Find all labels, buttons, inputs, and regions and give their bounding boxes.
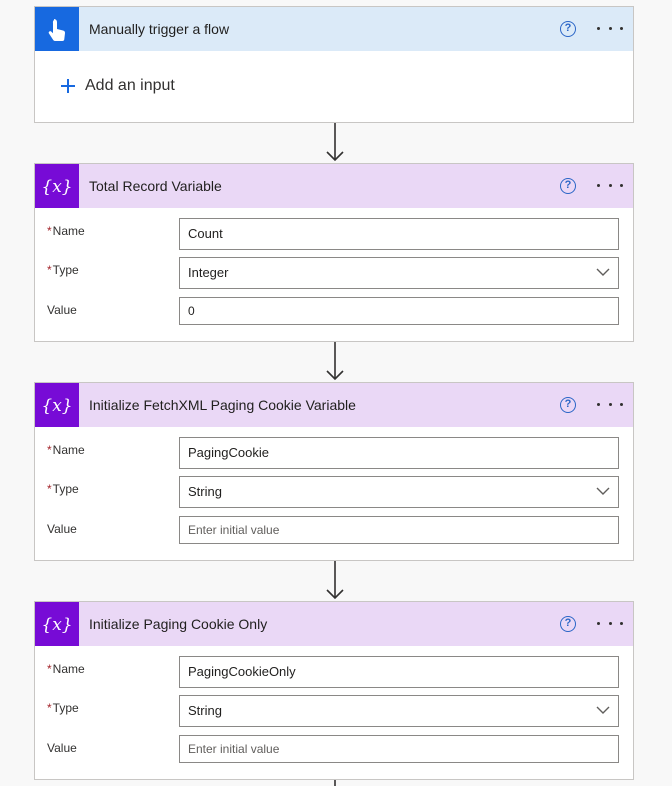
arrow-down-icon bbox=[326, 561, 344, 600]
variable-card-header[interactable]: {x} Total Record Variable ? bbox=[35, 164, 633, 208]
card-title: Total Record Variable bbox=[89, 178, 222, 194]
name-field[interactable]: Count bbox=[179, 218, 619, 250]
card-title: Initialize FetchXML Paging Cookie Variab… bbox=[89, 397, 356, 413]
required-marker: * bbox=[47, 443, 52, 457]
plus-icon bbox=[61, 79, 75, 93]
svg-text:{x}: {x} bbox=[41, 396, 72, 416]
type-value: Integer bbox=[188, 265, 229, 280]
required-marker: * bbox=[47, 263, 52, 277]
question-circle-icon[interactable]: ? bbox=[560, 21, 576, 37]
arrow-down-icon bbox=[326, 342, 344, 381]
type-label: *Type bbox=[47, 482, 79, 496]
value-row: Value Enter initial value bbox=[35, 516, 633, 548]
type-dropdown[interactable]: Integer bbox=[179, 257, 619, 289]
required-marker: * bbox=[47, 662, 52, 676]
arrow-down-icon bbox=[326, 123, 344, 162]
type-dropdown[interactable]: String bbox=[179, 476, 619, 508]
value-field[interactable]: Enter initial value bbox=[179, 735, 619, 763]
question-circle-icon[interactable]: ? bbox=[560, 616, 576, 632]
name-row: *Name PagingCookieOnly bbox=[35, 656, 633, 688]
ellipsis-icon[interactable] bbox=[597, 184, 623, 188]
value-field[interactable]: 0 bbox=[179, 297, 619, 325]
value-field[interactable]: Enter initial value bbox=[179, 516, 619, 544]
name-field[interactable]: PagingCookie bbox=[179, 437, 619, 469]
touch-hand-icon bbox=[35, 7, 79, 51]
value-label: Value bbox=[47, 741, 77, 755]
card-title: Initialize Paging Cookie Only bbox=[89, 616, 268, 632]
add-input-button[interactable]: Add an input bbox=[61, 77, 175, 95]
name-label: *Name bbox=[47, 224, 85, 238]
type-row: *Type String bbox=[35, 476, 633, 508]
question-circle-icon[interactable]: ? bbox=[560, 178, 576, 194]
variable-braces-icon: {x} bbox=[35, 383, 79, 427]
trigger-card[interactable]: Manually trigger a flow ? Add an input bbox=[34, 6, 634, 123]
add-input-label: Add an input bbox=[85, 77, 175, 94]
variable-card-paging-cookie-only[interactable]: {x} Initialize Paging Cookie Only ? *Nam… bbox=[34, 601, 634, 780]
required-marker: * bbox=[47, 701, 52, 715]
ellipsis-icon[interactable] bbox=[597, 622, 623, 626]
type-label: *Type bbox=[47, 701, 79, 715]
name-row: *Name Count bbox=[35, 218, 633, 250]
svg-text:{x}: {x} bbox=[41, 615, 72, 635]
type-dropdown[interactable]: String bbox=[179, 695, 619, 727]
value-label: Value bbox=[47, 303, 77, 317]
type-label: *Type bbox=[47, 263, 79, 277]
name-field[interactable]: PagingCookieOnly bbox=[179, 656, 619, 688]
required-marker: * bbox=[47, 224, 52, 238]
name-label: *Name bbox=[47, 443, 85, 457]
variable-card-header[interactable]: {x} Initialize Paging Cookie Only ? bbox=[35, 602, 633, 646]
variable-braces-icon: {x} bbox=[35, 164, 79, 208]
type-value: String bbox=[188, 484, 222, 499]
name-label: *Name bbox=[47, 662, 85, 676]
variable-card-header[interactable]: {x} Initialize FetchXML Paging Cookie Va… bbox=[35, 383, 633, 427]
name-row: *Name PagingCookie bbox=[35, 437, 633, 469]
ellipsis-icon[interactable] bbox=[597, 27, 623, 31]
value-label: Value bbox=[47, 522, 77, 536]
type-row: *Type Integer bbox=[35, 257, 633, 289]
type-row: *Type String bbox=[35, 695, 633, 727]
value-row: Value Enter initial value bbox=[35, 735, 633, 767]
chevron-down-icon bbox=[596, 706, 610, 714]
variable-card-total-record[interactable]: {x} Total Record Variable ? *Name Count … bbox=[34, 163, 634, 342]
trigger-card-header[interactable]: Manually trigger a flow ? bbox=[35, 7, 633, 51]
svg-text:{x}: {x} bbox=[41, 177, 72, 197]
question-circle-icon[interactable]: ? bbox=[560, 397, 576, 413]
type-value: String bbox=[188, 703, 222, 718]
chevron-down-icon bbox=[596, 268, 610, 276]
chevron-down-icon bbox=[596, 487, 610, 495]
connector-line bbox=[334, 780, 336, 786]
ellipsis-icon[interactable] bbox=[597, 403, 623, 407]
value-row: Value 0 bbox=[35, 297, 633, 329]
variable-braces-icon: {x} bbox=[35, 602, 79, 646]
trigger-title: Manually trigger a flow bbox=[89, 21, 230, 37]
required-marker: * bbox=[47, 482, 52, 496]
variable-card-fetchxml-paging-cookie[interactable]: {x} Initialize FetchXML Paging Cookie Va… bbox=[34, 382, 634, 561]
